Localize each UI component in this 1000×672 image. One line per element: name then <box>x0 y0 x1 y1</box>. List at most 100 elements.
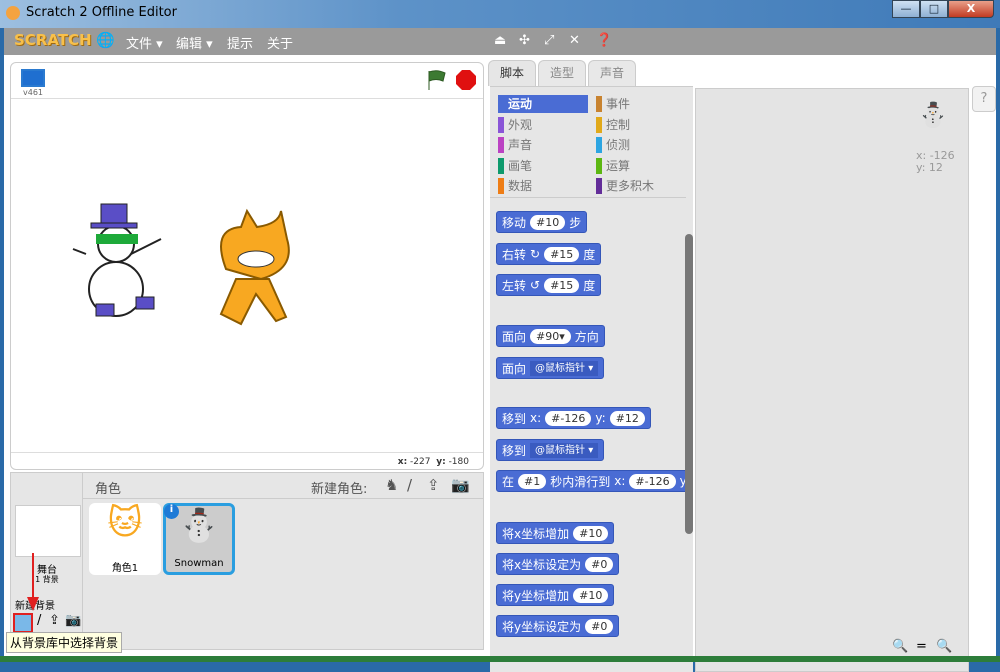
sprite-y: y: 12 <box>916 161 943 174</box>
motion-block[interactable]: 面向 @鼠标指针 ▾ <box>496 357 605 379</box>
motion-block[interactable]: 将x坐标增加 #10 <box>496 522 615 544</box>
maximize-button[interactable]: □ <box>920 0 948 18</box>
palette-scrollbar[interactable] <box>685 234 693 534</box>
block-label: 将y坐标设定为 <box>502 619 582 634</box>
block-input[interactable]: #15 <box>544 277 580 293</box>
menu-about[interactable]: 关于 <box>267 33 293 52</box>
scripts-area[interactable]: ⛄ x: -126 y: 12 🔍 = 🔍 <box>695 88 969 672</box>
block-input[interactable]: #10 <box>530 214 566 230</box>
block-label: 移动 <box>502 215 527 230</box>
block-input[interactable]: #10 <box>573 525 609 541</box>
category-6[interactable]: 画笔 <box>498 157 588 175</box>
red-arrow-annotation <box>27 553 39 611</box>
scratch-logo[interactable]: SCRATCH <box>14 31 92 49</box>
sprite-thumb-snowman[interactable]: i ⛄ Snowman <box>163 503 235 575</box>
title-bar: Scratch 2 Offline Editor — □ X <box>0 0 1000 28</box>
help-icon[interactable]: ❓ <box>596 33 612 48</box>
camera-icon[interactable]: 📷 <box>65 613 81 628</box>
category-color <box>596 137 602 153</box>
menu-edit[interactable]: 编辑 ▾ <box>176 33 213 52</box>
block-dropdown[interactable]: @鼠标指针 ▾ <box>530 442 599 458</box>
motion-block[interactable]: 面向 #90▾ 方向 <box>496 325 605 347</box>
upload-sprite-icon[interactable]: ⇪ <box>427 476 440 494</box>
taskbar-edge <box>0 656 1000 662</box>
info-icon[interactable]: i <box>164 504 179 519</box>
camera-sprite-icon[interactable]: 📷 <box>451 476 470 494</box>
tab-costumes[interactable]: 造型 <box>538 60 586 86</box>
category-3[interactable]: 控制 <box>596 116 686 134</box>
block-input[interactable]: #0 <box>585 556 614 572</box>
block-input[interactable]: #10 <box>573 587 609 603</box>
grow-icon[interactable]: ⤢ <box>544 33 554 48</box>
category-5[interactable]: 侦测 <box>596 136 686 154</box>
motion-block[interactable]: 在#1秒内滑行到x:#-126y:#12 <box>496 470 693 492</box>
stage-canvas[interactable] <box>11 98 483 453</box>
zoom-out-icon[interactable]: 🔍 <box>892 639 908 654</box>
close-button[interactable]: X <box>948 0 994 18</box>
cut-icon[interactable]: ✣ <box>519 33 530 48</box>
block-input[interactable]: #90▾ <box>530 328 571 344</box>
snowman-sprite[interactable] <box>72 203 162 317</box>
block-label: 将y坐标增加 <box>502 588 570 603</box>
block-label: 方向 <box>574 329 599 344</box>
category-2[interactable]: 外观 <box>498 116 588 134</box>
upload-icon[interactable]: ⇪ <box>49 613 60 628</box>
motion-block[interactable]: 将y坐标增加 #10 <box>496 584 615 606</box>
category-color <box>596 116 602 133</box>
backdrop-library-icon[interactable] <box>13 613 33 633</box>
category-4[interactable]: 声音 <box>498 136 588 154</box>
category-8[interactable]: 数据 <box>498 177 588 195</box>
cat-sprite[interactable] <box>219 208 290 326</box>
motion-block[interactable]: 左转 ↺ #15 度 <box>496 274 602 296</box>
paint-icon[interactable]: / <box>37 613 41 628</box>
shrink-icon[interactable]: ✕ <box>569 33 580 48</box>
motion-block[interactable]: 将y坐标设定为 #0 <box>496 615 620 637</box>
y-label: y: <box>436 457 446 467</box>
block-input[interactable]: #-126 <box>545 410 592 426</box>
palette-divider <box>490 197 686 198</box>
sprite-library-icon[interactable]: ♞ <box>385 476 398 494</box>
motion-block[interactable]: 移动 #10 步 <box>496 211 588 233</box>
motion-block[interactable]: 将x坐标设定为 #0 <box>496 553 620 575</box>
sprite-pane: 舞台 1 背景 新建背景 / ⇪ 📷 角色 新建角色: ♞ / ⇪ 📷 🐱 角色… <box>10 472 484 650</box>
duplicate-icon[interactable]: ⏏ <box>494 33 506 48</box>
help-button[interactable]: ? <box>972 86 996 112</box>
block-input[interactable]: #15 <box>544 246 580 262</box>
category-label: 控制 <box>606 117 631 132</box>
stop-icon[interactable] <box>455 69 477 91</box>
motion-block[interactable]: 移到 x: #-126 y: #12 <box>496 407 651 429</box>
category-7[interactable]: 运算 <box>596 157 686 175</box>
menu-file[interactable]: 文件 ▾ <box>126 33 163 52</box>
zoom-in-icon[interactable]: 🔍 <box>936 639 952 654</box>
sprite-name: 角色1 <box>111 563 139 574</box>
mouse-coords: x: -227 y: -180 <box>398 457 469 467</box>
block-input[interactable]: #12 <box>609 410 645 426</box>
green-flag-icon[interactable] <box>425 69 447 91</box>
motion-block[interactable]: 移到 @鼠标指针 ▾ <box>496 439 605 461</box>
category-9[interactable]: 更多积木 <box>596 177 686 195</box>
block-dropdown[interactable]: @鼠标指针 ▾ <box>530 360 599 376</box>
globe-icon[interactable]: 🌐 <box>96 31 115 49</box>
stage-thumbnail[interactable] <box>15 505 81 557</box>
tab-scripts[interactable]: 脚本 <box>488 60 536 86</box>
fullscreen-icon[interactable] <box>21 69 45 87</box>
motion-block[interactable]: 右转 ↻ #15 度 <box>496 243 602 265</box>
block-input[interactable]: #-126 <box>629 473 676 489</box>
tab-sounds[interactable]: 声音 <box>588 60 636 86</box>
sprite-thumb-cat[interactable]: 🐱 角色1 <box>89 503 161 575</box>
paint-sprite-icon[interactable]: / <box>407 476 412 494</box>
block-label: 面向 <box>502 361 527 376</box>
minimize-button[interactable]: — <box>892 0 920 18</box>
category-label: 运动 <box>508 97 533 111</box>
category-1[interactable]: 事件 <box>596 95 686 113</box>
block-input[interactable]: #1 <box>518 473 547 489</box>
block-label: 度 <box>583 247 596 262</box>
block-input[interactable]: #0 <box>585 618 614 634</box>
category-label: 画笔 <box>508 158 533 173</box>
block-label: 移到 <box>502 443 527 458</box>
zoom-reset-icon[interactable]: = <box>916 639 927 654</box>
category-label: 外观 <box>508 117 533 132</box>
menu-tips[interactable]: 提示 <box>227 33 253 52</box>
category-0[interactable]: 运动 <box>498 95 588 113</box>
block-label: 度 <box>583 278 596 293</box>
